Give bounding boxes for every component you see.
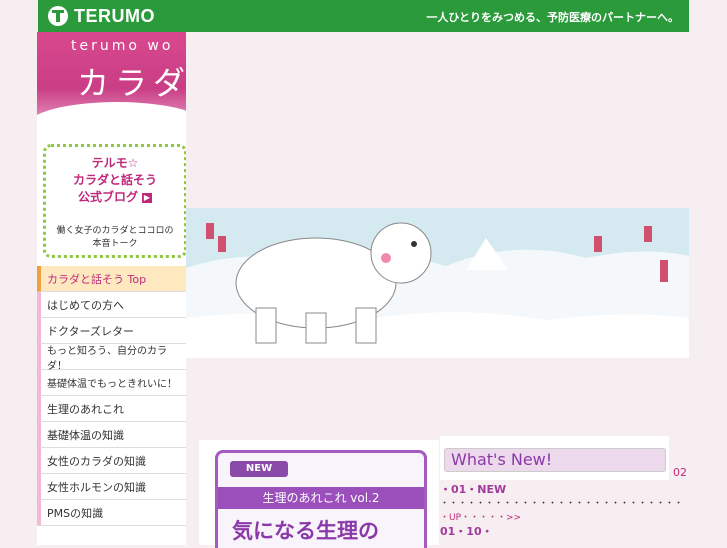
polar-bear-scene xyxy=(186,208,689,358)
news-item[interactable]: 01・10・ xyxy=(440,525,680,539)
blog-title-line2: カラダと話そう xyxy=(72,173,157,187)
nav-item-basal-temperature-knowledge[interactable]: 基礎体温の知識 xyxy=(37,422,186,448)
official-blog-banner[interactable]: テルモ☆ カラダと話そう 公式ブログ ▶ 働く女子のカラダとココロの 本音トーク xyxy=(43,144,187,258)
new-badge: NEW xyxy=(230,461,288,477)
nav-item-female-body-knowledge[interactable]: 女性のカラダの知識 xyxy=(37,448,186,474)
polar-bear-illustration xyxy=(186,208,689,358)
banner-wave-decoration xyxy=(37,102,186,126)
feature-banner[interactable]: NEW 生理のあれこれ vol.2 気になる生理の xyxy=(199,440,439,548)
banner-title: カラダ xyxy=(77,64,186,102)
top-bar: TERUMO 一人ひとりをみつめる、予防医療のパートナーへ。 xyxy=(38,0,689,32)
blog-description: 働く女子のカラダとココロの 本音トーク xyxy=(46,225,184,251)
whats-new-heading: What's New! xyxy=(444,448,666,472)
nav-item-doctors-letter[interactable]: ドクターズレター xyxy=(37,318,186,344)
whats-new-header: What's New! xyxy=(440,436,669,480)
news-date: ・01・NEW xyxy=(440,483,507,496)
site-title-banner[interactable]: terumo wo カラダ xyxy=(37,32,186,126)
left-column: terumo wo カラダ テルモ☆ カラダと話そう 公式ブログ ▶ 働く女子のカ… xyxy=(37,32,187,545)
nav-item-top[interactable]: カラダと話そう Top xyxy=(37,266,186,292)
blog-title: テルモ☆ カラダと話そう 公式ブログ ▶ xyxy=(46,155,184,206)
news-list: ・01・NEW ・・・・・・・・・・・・・・・・・・・・・・・・・・・ ・UP・… xyxy=(440,483,684,539)
news-text: ・・・・・・・・・・・・・・・・・・・・・・・・・・・ xyxy=(440,499,684,509)
blog-desc-line1: 働く女子のカラダとココロの xyxy=(56,226,174,236)
nav-item-female-hormone-knowledge[interactable]: 女性ホルモンの知識 xyxy=(37,474,186,500)
news-date: 01・10・ xyxy=(440,525,493,538)
blog-desc-line2: 本音トーク xyxy=(92,239,138,249)
blog-title-line3-text: 公式ブログ xyxy=(77,190,138,204)
logo-text: TERUMO xyxy=(74,5,155,26)
tagline: 一人ひとりをみつめる、予防医療のパートナーへ。 xyxy=(426,11,679,24)
terumo-logo-icon xyxy=(48,6,68,26)
feature-headline: 気になる生理の xyxy=(232,519,379,543)
nav-item-know-your-body[interactable]: もっと知ろう、自分のカラダ！ xyxy=(37,344,186,372)
nav-item-menstruation[interactable]: 生理のあれこれ xyxy=(37,396,186,422)
play-arrow-icon: ▶ xyxy=(142,192,152,203)
banner-subtitle: terumo wo xyxy=(71,38,174,54)
main-content: NEW 生理のあれこれ vol.2 気になる生理の What's New! 02… xyxy=(186,32,689,548)
nav-item-basal-temperature-beauty[interactable]: 基礎体温でもっときれいに！ xyxy=(37,370,186,396)
feature-title: 生理のあれこれ vol.2 xyxy=(218,487,424,509)
feature-frame: NEW 生理のあれこれ vol.2 気になる生理の xyxy=(215,450,427,548)
terumo-logo[interactable]: TERUMO xyxy=(48,5,155,27)
nav-item-pms-knowledge[interactable]: PMSの知識 xyxy=(37,500,186,526)
blog-title-line3: 公式ブログ ▶ xyxy=(46,189,184,206)
nav-item-beginners[interactable]: はじめての方へ xyxy=(37,292,186,318)
blog-title-line1: テルモ☆ xyxy=(91,156,139,170)
whats-new-side-number: 02 xyxy=(673,466,687,479)
side-nav: カラダと話そう Top はじめての方へ ドクターズレター もっと知ろう、自分のカ… xyxy=(37,266,186,526)
news-item[interactable]: ・01・NEW ・・・・・・・・・・・・・・・・・・・・・・・・・・・ ・UP・… xyxy=(440,483,684,525)
news-more-link[interactable]: ・UP・・・・・>> xyxy=(440,511,680,525)
